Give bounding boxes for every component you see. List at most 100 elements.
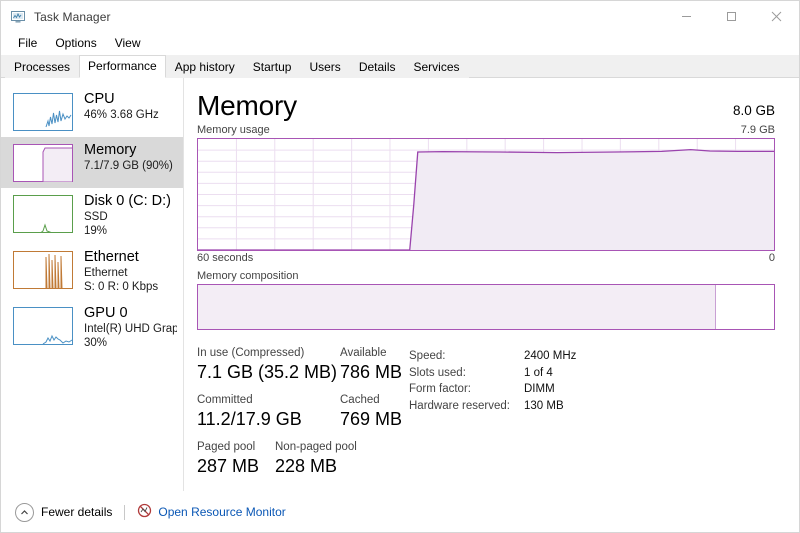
memory-usage-graph — [197, 138, 775, 251]
spec-speed-value: 2400 MHz — [523, 350, 577, 362]
disk-thumbnail — [13, 195, 73, 233]
memory-detail-panel: Memory 8.0 GB Memory usage 7.9 GB 60 sec… — [184, 78, 799, 491]
sidebar-ethernet-sub2: S: 0 R: 0 Kbps — [84, 281, 159, 293]
stat-paged-pool-value: 287 MB — [197, 456, 260, 476]
chevron-up-icon — [15, 502, 34, 522]
sidebar-item-gpu[interactable]: GPU 0 Intel(R) UHD Grap... 30% — [1, 300, 183, 356]
close-icon — [771, 11, 782, 22]
stat-in-use-label: In use (Compressed) — [197, 347, 305, 359]
sidebar-ethernet-text: Ethernet Ethernet S: 0 R: 0 Kbps — [84, 249, 158, 294]
composition-free-segment — [716, 285, 774, 329]
spec-slots-value: 1 of 4 — [523, 366, 553, 379]
tab-processes[interactable]: Processes — [5, 56, 80, 78]
spec-hardware-reserved-label: Hardware reserved: — [409, 399, 510, 412]
graph-caption-row: Memory usage 7.9 GB — [184, 122, 799, 138]
spec-values: 2400 MHz 1 of 4 DIMM 130 MB — [524, 348, 576, 487]
graph-caption: Memory usage — [197, 124, 270, 136]
tab-services[interactable]: Services — [404, 56, 469, 78]
sidebar-item-disk[interactable]: Disk 0 (C: D:) SSD 19% — [1, 188, 183, 244]
spec-labels: Speed: Slots used: Form factor: Hardware… — [409, 348, 510, 487]
task-manager-icon — [10, 9, 26, 25]
tab-performance[interactable]: Performance — [79, 55, 166, 78]
stat-cached-value: 769 MB — [340, 409, 403, 429]
sidebar-gpu-title: GPU 0 — [84, 305, 128, 321]
memory-stats: In use (Compressed) 7.1 GB (35.2 MB) Ava… — [184, 330, 799, 487]
sidebar-gpu-sub2: 30% — [84, 337, 108, 349]
page-title: Memory — [197, 90, 297, 121]
composition-in-use-segment — [198, 285, 717, 329]
tab-details[interactable]: Details — [349, 56, 405, 78]
axis-label-right: 0 — [768, 252, 775, 264]
sidebar-ethernet-title: Ethernet — [84, 249, 139, 265]
graph-axis-row: 60 seconds 0 — [184, 251, 799, 264]
content-area: CPU 46% 3.68 GHz Memory 7.1/7.9 GB (90%) — [1, 78, 799, 491]
memory-usage-area — [198, 149, 774, 250]
stat-committed-label: Committed — [197, 394, 253, 406]
sidebar-ethernet-sub1: Ethernet — [84, 267, 128, 279]
task-manager-window: Task Manager File Options View Processes… — [0, 0, 800, 533]
stat-non-paged-pool-value: 228 MB — [275, 456, 338, 476]
memory-composition-bar[interactable] — [197, 284, 775, 330]
composition-caption: Memory composition — [197, 270, 299, 282]
maximize-button[interactable] — [709, 1, 754, 32]
sidebar-disk-sub2: 19% — [84, 225, 108, 237]
sidebar-gpu-sub1: Intel(R) UHD Grap... — [84, 323, 177, 335]
minimize-icon — [682, 16, 691, 17]
minimize-button[interactable] — [664, 1, 709, 32]
stats-left-column: In use (Compressed) 7.1 GB (35.2 MB) Ava… — [197, 346, 409, 487]
open-resource-monitor-label: Open Resource Monitor — [158, 505, 286, 519]
sidebar-gpu-text: GPU 0 Intel(R) UHD Grap... 30% — [84, 305, 177, 350]
stat-in-use: In use (Compressed) 7.1 GB (35.2 MB) — [197, 346, 340, 384]
menu-item-options[interactable]: Options — [46, 34, 105, 53]
sidebar-disk-text: Disk 0 (C: D:) SSD 19% — [84, 193, 171, 238]
stat-cached: Cached 769 MB — [340, 393, 402, 431]
sidebar-cpu-sub: 46% 3.68 GHz — [84, 109, 159, 121]
sidebar-item-memory[interactable]: Memory 7.1/7.9 GB (90%) — [1, 137, 183, 188]
cpu-thumbnail — [13, 93, 73, 131]
memory-thumbnail — [13, 144, 73, 182]
title-bar: Task Manager — [1, 1, 799, 32]
tab-app-history[interactable]: App history — [165, 56, 244, 78]
stat-paged-pool-label: Paged pool — [197, 441, 256, 453]
status-bar: Fewer details Open Resource Monitor — [1, 491, 799, 532]
stat-paged-pool: Paged pool 287 MB — [197, 440, 275, 478]
sidebar-cpu-title: CPU — [84, 91, 115, 107]
memory-header: Memory 8.0 GB — [184, 78, 799, 122]
window-title: Task Manager — [34, 9, 111, 24]
stat-available: Available 786 MB — [340, 346, 402, 384]
open-resource-monitor-link[interactable]: Open Resource Monitor — [137, 503, 286, 521]
sidebar-item-cpu[interactable]: CPU 46% 3.68 GHz — [1, 86, 183, 137]
stat-row-pools: Paged pool 287 MB Non-paged pool 228 MB — [197, 440, 409, 478]
stat-available-label: Available — [340, 347, 387, 359]
stat-non-paged-pool-label: Non-paged pool — [275, 441, 357, 453]
spec-slots-label: Slots used: — [409, 366, 466, 379]
stat-row-committed: Committed 11.2/17.9 GB Cached 769 MB — [197, 393, 409, 431]
sidebar-cpu-text: CPU 46% 3.68 GHz — [84, 91, 159, 122]
tab-strip: Processes Performance App history Startu… — [1, 55, 799, 78]
spec-form-factor-label: Form factor: — [409, 383, 471, 395]
tab-startup[interactable]: Startup — [243, 56, 301, 78]
performance-sidebar: CPU 46% 3.68 GHz Memory 7.1/7.9 GB (90%) — [1, 78, 184, 491]
stat-non-paged-pool: Non-paged pool 228 MB — [275, 440, 357, 478]
spec-form-factor-value: DIMM — [523, 383, 555, 395]
resource-monitor-icon — [137, 503, 152, 521]
memory-total: 8.0 GB — [732, 103, 775, 118]
fewer-details-button[interactable]: Fewer details — [15, 502, 113, 522]
tab-users[interactable]: Users — [300, 56, 350, 78]
footer-divider — [124, 504, 126, 520]
fewer-details-label: Fewer details — [41, 505, 113, 519]
close-button[interactable] — [754, 1, 799, 32]
sidebar-item-ethernet[interactable]: Ethernet Ethernet S: 0 R: 0 Kbps — [1, 244, 183, 300]
spec-speed-label: Speed: — [409, 350, 446, 362]
spec-hardware-reserved-value: 130 MB — [523, 399, 564, 412]
stat-committed: Committed 11.2/17.9 GB — [197, 393, 340, 431]
stat-in-use-value: 7.1 GB (35.2 MB) — [197, 362, 338, 382]
menu-bar: File Options View — [1, 32, 799, 55]
menu-item-file[interactable]: File — [9, 34, 46, 53]
window-controls — [664, 1, 799, 32]
menu-item-view[interactable]: View — [106, 34, 150, 53]
stat-cached-label: Cached — [340, 394, 380, 406]
stat-available-value: 786 MB — [340, 362, 403, 382]
sidebar-memory-sub: 7.1/7.9 GB (90%) — [84, 160, 173, 172]
memory-specs: Speed: Slots used: Form factor: Hardware… — [409, 346, 576, 487]
